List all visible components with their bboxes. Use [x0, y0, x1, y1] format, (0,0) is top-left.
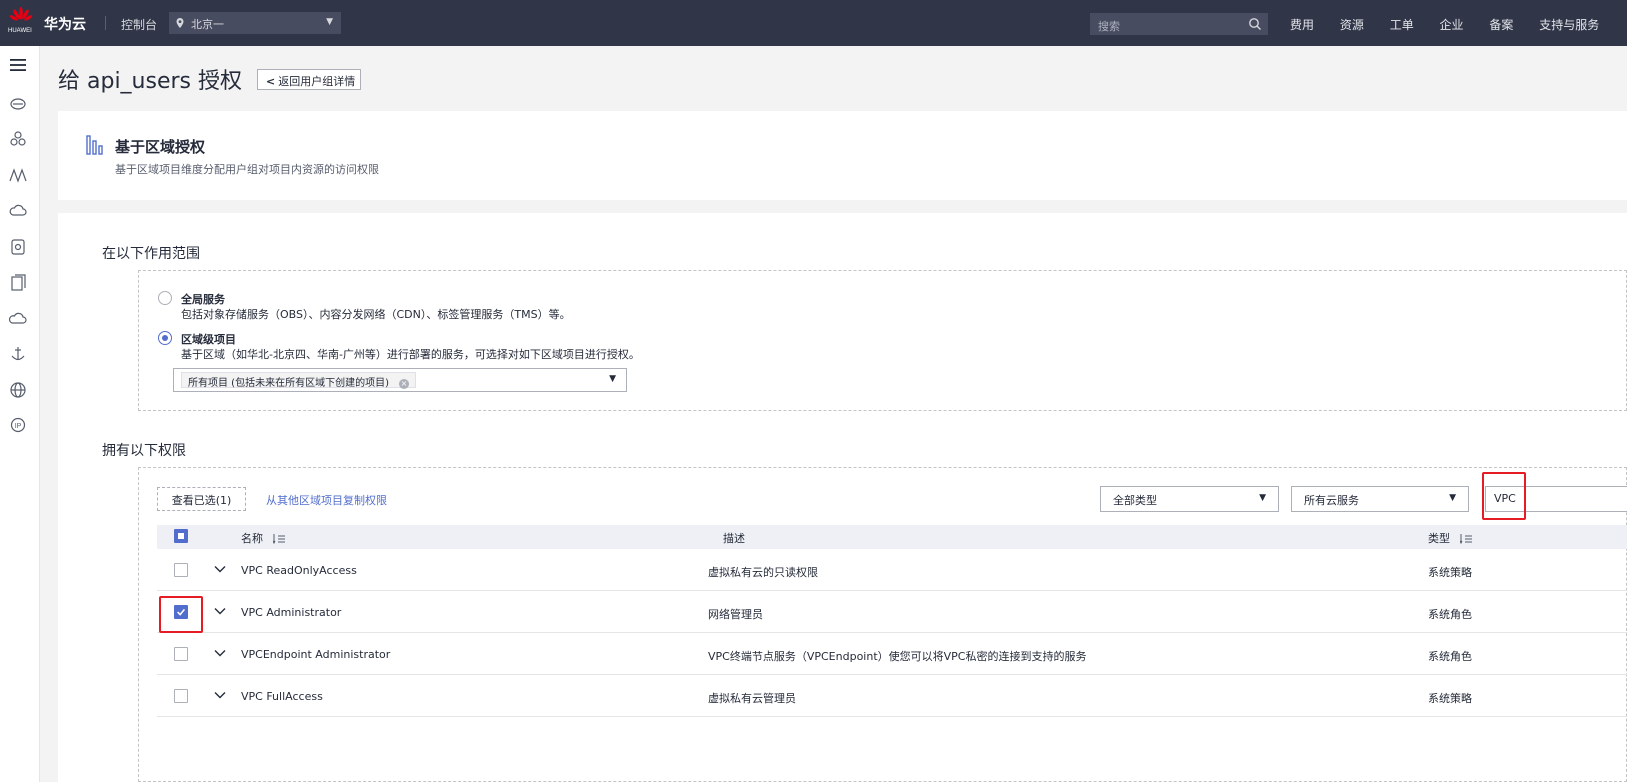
column-name[interactable]: 名称	[241, 530, 285, 546]
search-placeholder: 搜索	[1098, 20, 1120, 33]
menu-icon[interactable]	[9, 56, 27, 74]
type-filter-value: 全部类型	[1113, 494, 1157, 507]
view-selected-button[interactable]: 查看已选(1)	[157, 487, 246, 511]
column-type-label: 类型	[1428, 532, 1450, 545]
row-checkbox[interactable]	[174, 563, 188, 577]
table-row[interactable]: VPCEndpoint Administrator VPC终端节点服务（VPCE…	[157, 633, 1627, 675]
permissions-box: 查看已选(1) 从其他区域项目复制权限 全部类型 ▼ 所有云服务 ▼ VPC 名…	[138, 467, 1627, 782]
policy-description: VPC终端节点服务（VPCEndpoint）使您可以将VPC私密的连接到支持的服…	[708, 650, 1087, 663]
anchor-icon[interactable]	[9, 345, 27, 363]
mountain-icon[interactable]	[9, 166, 27, 184]
nav-filing[interactable]: 备案	[1489, 16, 1513, 33]
search-highlight-box	[1482, 472, 1526, 520]
globe-icon[interactable]	[9, 381, 27, 399]
chevron-down-icon: ▼	[326, 17, 333, 27]
row-checkbox[interactable]	[174, 689, 188, 703]
chevron-down-icon: ▼	[1449, 493, 1456, 503]
cloud-icon[interactable]	[9, 202, 27, 220]
select-all-checkbox[interactable]	[174, 529, 188, 543]
region-projects-desc: 基于区域（如华北-北京四、华南-广州等）进行部署的服务，可选择对如下区域项目进行…	[181, 348, 640, 361]
copy-permissions-link[interactable]: 从其他区域项目复制权限	[266, 492, 387, 508]
region-selector[interactable]: 北京一 ▼	[169, 12, 341, 34]
nav-billing[interactable]: 费用	[1290, 16, 1314, 33]
policy-name: VPC FullAccess	[241, 690, 323, 703]
search-icon[interactable]	[1248, 17, 1262, 31]
nav-resources[interactable]: 资源	[1340, 16, 1364, 33]
authorization-card: 在以下作用范围 全局服务 包括对象存储服务（OBS）、内容分发网络（CDN）、标…	[58, 213, 1627, 782]
brand-name[interactable]: 华为云	[44, 14, 86, 34]
top-nav: 费用 资源 工单 企业 备案 支持与服务	[1290, 16, 1621, 33]
global-search-input[interactable]: 搜索	[1090, 13, 1268, 35]
service-filter-value: 所有云服务	[1304, 494, 1359, 507]
location-pin-icon	[176, 18, 184, 28]
cluster-icon[interactable]	[9, 130, 27, 148]
console-link[interactable]: 控制台	[121, 16, 157, 33]
page-title: 给 api_users 授权	[58, 69, 242, 94]
region-auth-info-card: 基于区域授权 基于区域项目维度分配用户组对项目内资源的访问权限	[58, 111, 1627, 200]
policy-description: 网络管理员	[708, 608, 763, 621]
chevron-down-icon[interactable]: ▼	[609, 374, 616, 384]
radio-region-projects[interactable]	[158, 331, 172, 345]
back-button-label: 返回用户组详情	[278, 75, 356, 88]
chevron-down-icon[interactable]	[214, 563, 226, 575]
info-description: 基于区域项目维度分配用户组对项目内资源的访问权限	[115, 163, 379, 176]
scope-section-title: 在以下作用范围	[102, 246, 200, 262]
policy-name: VPCEndpoint Administrator	[241, 648, 391, 661]
row-checkbox[interactable]	[174, 647, 188, 661]
table-row[interactable]: VPC ReadOnlyAccess 虚拟私有云的只读权限 系统策略	[157, 549, 1627, 591]
region-projects-title: 区域级项目	[181, 333, 236, 346]
region-label: 北京一	[191, 18, 224, 31]
policy-description: 虚拟私有云管理员	[708, 692, 796, 705]
checkbox-highlight-box	[159, 596, 203, 633]
scope-box: 全局服务 包括对象存储服务（OBS）、内容分发网络（CDN）、标签管理服务（TM…	[138, 270, 1627, 411]
service-filter-dropdown[interactable]: 所有云服务 ▼	[1291, 486, 1469, 512]
logo-text: HUAWEI	[8, 28, 32, 34]
cloud-service-icon[interactable]	[9, 95, 27, 113]
column-name-label: 名称	[241, 532, 263, 545]
policy-name: VPC Administrator	[241, 606, 342, 619]
project-tag: 所有项目 (包括未来在所有区域下创建的项目) ×	[181, 372, 416, 389]
policy-type: 系统角色	[1428, 608, 1472, 621]
policy-type: 系统角色	[1428, 650, 1472, 663]
project-tag-label: 所有项目 (包括未来在所有区域下创建的项目)	[188, 378, 389, 389]
table-header: 名称 描述 类型	[157, 525, 1627, 549]
policy-name: VPC ReadOnlyAccess	[241, 564, 357, 577]
policy-type: 系统策略	[1428, 566, 1472, 579]
column-type[interactable]: 类型	[1428, 530, 1472, 546]
policy-description: 虚拟私有云的只读权限	[708, 566, 818, 579]
huawei-logo[interactable]	[6, 6, 36, 40]
bar-chart-icon	[86, 135, 103, 155]
policy-type: 系统策略	[1428, 692, 1472, 705]
back-button[interactable]: < 返回用户组详情	[257, 69, 361, 90]
table-row[interactable]: VPC Administrator 网络管理员 系统角色	[157, 591, 1627, 633]
chevron-left-icon: <	[266, 75, 276, 88]
svg-text:IP: IP	[15, 423, 22, 430]
sort-icon[interactable]	[272, 534, 285, 544]
nav-support[interactable]: 支持与服务	[1539, 16, 1599, 33]
nav-tickets[interactable]: 工单	[1390, 16, 1414, 33]
header-divider	[105, 16, 106, 30]
info-title: 基于区域授权	[115, 138, 206, 156]
database-icon[interactable]	[9, 238, 27, 256]
global-services-title: 全局服务	[181, 293, 225, 306]
global-services-desc: 包括对象存储服务（OBS）、内容分发网络（CDN）、标签管理服务（TMS）等。	[181, 308, 571, 321]
close-icon[interactable]: ×	[398, 379, 409, 389]
cloud-outline-icon[interactable]	[8, 310, 27, 328]
document-icon[interactable]	[9, 274, 27, 292]
chevron-down-icon: ▼	[1259, 493, 1266, 503]
chevron-down-icon[interactable]	[214, 647, 226, 659]
project-multi-select[interactable]: 所有项目 (包括未来在所有区域下创建的项目) × ▼	[173, 368, 627, 392]
permissions-section-title: 拥有以下权限	[102, 443, 186, 459]
chevron-down-icon[interactable]	[214, 689, 226, 701]
chevron-down-icon[interactable]	[214, 605, 226, 617]
sort-icon[interactable]	[1459, 534, 1472, 544]
table-row[interactable]: VPC FullAccess 虚拟私有云管理员 系统策略	[157, 675, 1627, 717]
left-sidebar: IP	[0, 46, 40, 782]
column-description: 描述	[723, 532, 745, 545]
type-filter-dropdown[interactable]: 全部类型 ▼	[1100, 486, 1279, 512]
radio-global-services[interactable]	[158, 291, 172, 305]
ip-icon[interactable]: IP	[9, 416, 27, 434]
nav-enterprise[interactable]: 企业	[1440, 16, 1464, 33]
top-bar: HUAWEI 华为云 控制台 北京一 ▼ 搜索 费用 资源 工单 企业 备案 支…	[0, 0, 1627, 46]
